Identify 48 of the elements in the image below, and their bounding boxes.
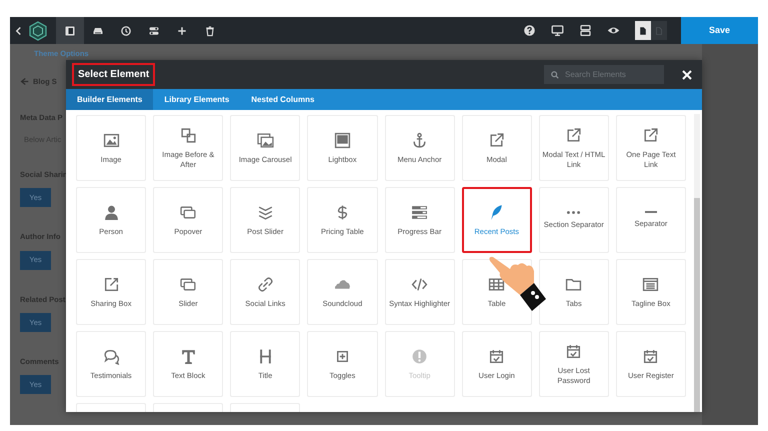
anchor-icon [411,132,428,149]
back-icon[interactable] [14,24,22,36]
exclamation-circle-icon [411,348,428,365]
table-icon [488,276,506,293]
person-icon [102,204,120,221]
help-icon[interactable] [522,24,536,37]
page-toggle-button[interactable] [635,21,651,40]
calendar-check-icon [642,348,660,365]
speech-bubbles-icon [102,348,120,365]
external-link-icon [642,127,660,144]
frames-icon [180,127,197,144]
modal-tab[interactable]: Nested Columns [240,89,326,110]
sidebar-button[interactable] [56,17,84,44]
scrollbar-thumb[interactable] [694,198,700,412]
image-icon [102,132,120,149]
layout-icon[interactable] [578,24,592,37]
close-icon[interactable] [682,70,692,80]
serif-letter-icon [180,348,197,365]
progress-bars-icon [411,204,428,221]
toggle-icon [148,24,160,36]
layers-icon [256,204,274,221]
plus-icon [176,24,188,36]
image-stack-icon [256,132,274,149]
window-list-icon [642,276,660,293]
trash-icon [204,24,216,36]
stacked-windows-icon [180,276,197,293]
dots-icon [567,210,580,214]
stacked-windows-icon [180,204,197,221]
external-link-icon [488,132,506,149]
calendar-check-icon [565,343,582,360]
pointing-hand-drawing [488,255,546,311]
code-icon [411,276,428,293]
hexagon-logo-icon[interactable] [28,20,48,40]
share-box-icon [102,276,120,293]
chain-link-icon [256,276,274,293]
search-icon [551,71,559,79]
external-link-icon [565,127,582,144]
modal-tab[interactable]: Library Elements [153,89,240,110]
calendar-check-icon [488,348,506,365]
modal-title: Select Element [72,63,156,86]
desktop-icon[interactable] [550,24,564,37]
save-button[interactable]: Save [681,17,758,44]
dash-icon [644,211,657,214]
sidebar-icon [64,24,76,36]
framed-screen-icon [334,132,351,149]
history-icon [120,24,132,36]
page-toggle-button[interactable] [651,21,667,40]
modal-tab[interactable]: Builder Elements [66,89,154,110]
